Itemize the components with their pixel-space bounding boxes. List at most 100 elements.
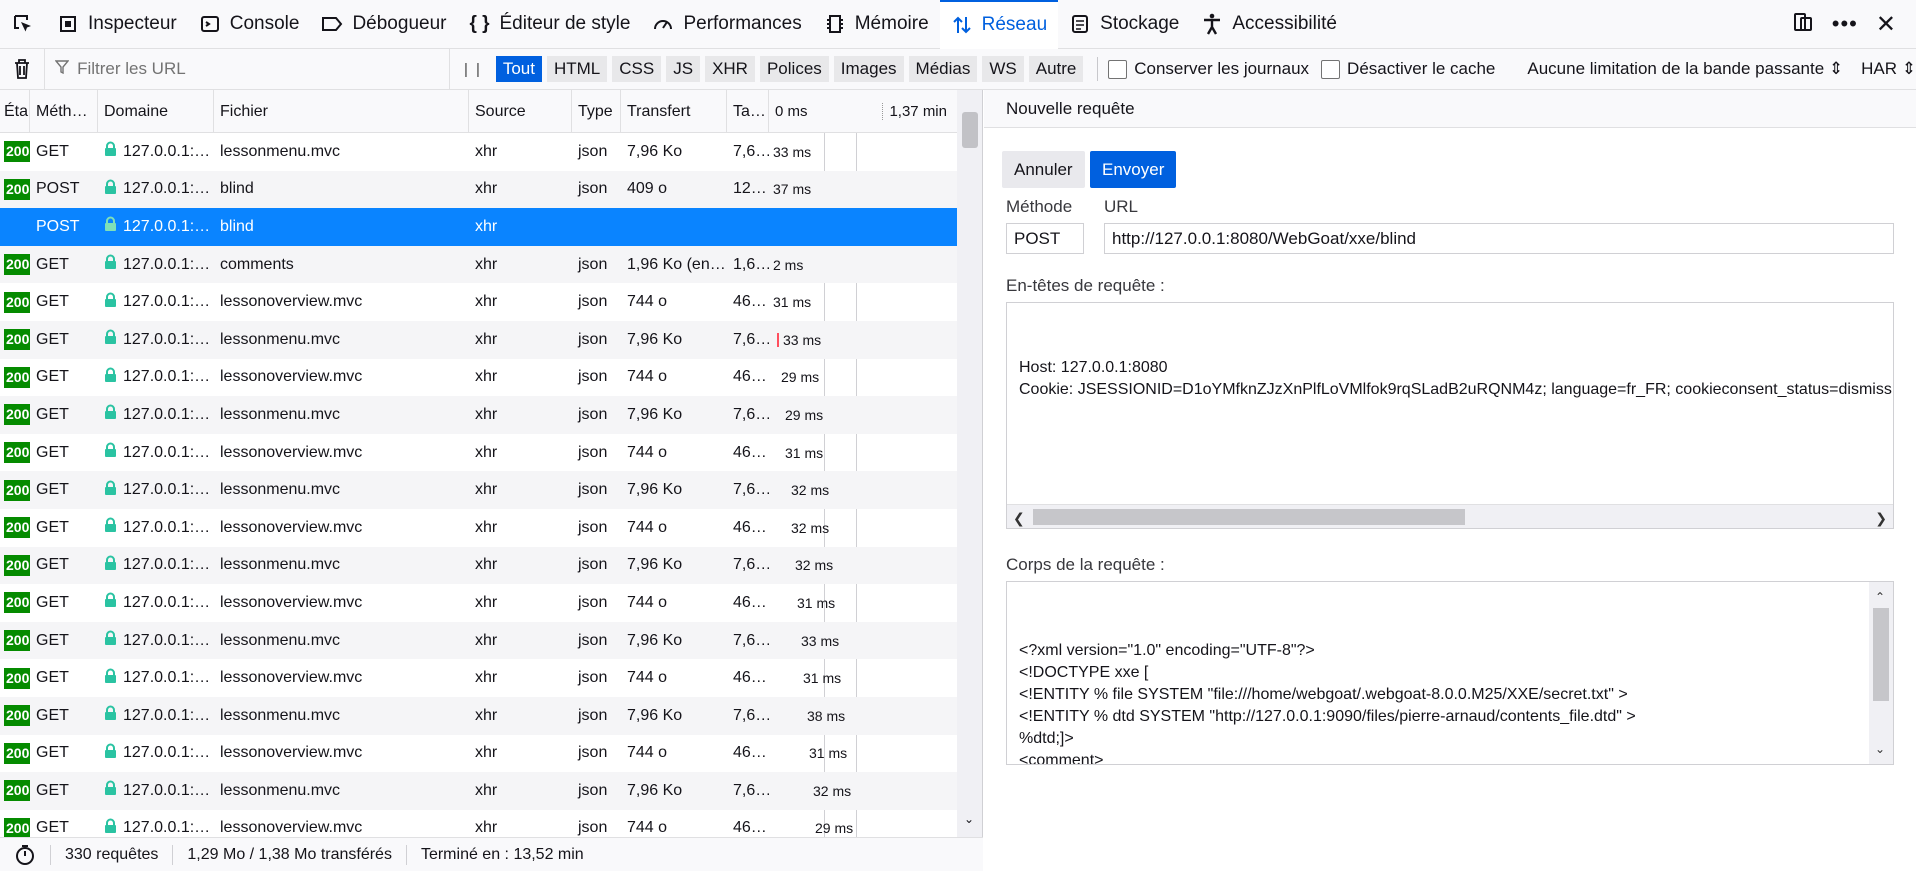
table-row[interactable]: 200 POST 127.0.0.1:… blind xhr json 409 o 12… 37…	[0, 170, 957, 209]
scroll-right-icon[interactable]: ❯	[1875, 507, 1887, 528]
element-picker-icon[interactable]	[0, 0, 46, 49]
tab-memory[interactable]: Mémoire	[813, 0, 940, 49]
disable-cache-checkbox[interactable]: Désactiver le cache	[1321, 59, 1495, 79]
console-icon	[199, 13, 221, 35]
table-row[interactable]: 200 GET 127.0.0.1:… lessonmenu.mvc xhr json 7,…	[0, 396, 957, 434]
request-list-scrollbar[interactable]: ⌄	[957, 90, 982, 837]
responsive-design-icon[interactable]	[1792, 11, 1814, 38]
domain-text: 127.0.0.1:…	[123, 405, 211, 423]
column-file[interactable]: Fichier	[214, 90, 469, 133]
status-badge: 200	[4, 254, 30, 276]
table-row[interactable]: 200 GET 127.0.0.1:… lessonmenu.mvc xhr json 7,…	[0, 320, 957, 359]
type-filter-js[interactable]: JS	[666, 56, 701, 82]
table-row[interactable]: 200 GET 127.0.0.1:… lessonoverview.mvc xhr js…	[0, 359, 957, 397]
tab-storage[interactable]: Stockage	[1058, 0, 1190, 49]
transfer-cell: 409 o	[621, 171, 727, 209]
column-size[interactable]: Ta…	[727, 90, 769, 133]
source-text: xhr	[475, 293, 498, 311]
scrollbar-thumb[interactable]	[1033, 509, 1465, 525]
scroll-left-icon[interactable]: ❮	[1013, 507, 1025, 528]
type-filter-css[interactable]: CSS	[612, 56, 662, 82]
body-textarea[interactable]: <?xml version="1.0" encoding="UTF-8"?> <…	[1006, 581, 1894, 765]
column-transfer[interactable]: Transfert	[621, 90, 727, 133]
cancel-button[interactable]: Annuler	[1002, 151, 1085, 188]
file-text: lessonmenu.mvc	[220, 481, 341, 499]
table-row[interactable]: 200 GET 127.0.0.1:… lessonoverview.mvc xhr js…	[0, 735, 957, 773]
scrollbar-thumb[interactable]	[962, 112, 978, 148]
table-row[interactable]: 200 GET 127.0.0.1:… lessonoverview.mvc xhr js…	[0, 584, 957, 622]
method-input[interactable]: POST	[1006, 223, 1084, 254]
type-filter-xhr[interactable]: XHR	[705, 56, 755, 82]
checkbox-box[interactable]	[1108, 59, 1128, 79]
column-waterfall[interactable]: 0 ms 1,37 min	[769, 90, 957, 133]
table-row[interactable]: 200 GET 127.0.0.1:… lessonoverview.mvc xhr js…	[0, 659, 957, 697]
source-text: xhr	[475, 781, 498, 799]
column-method[interactable]: Méth…	[30, 90, 98, 133]
type-filter-autre[interactable]: Autre	[1028, 56, 1084, 82]
scrollbar-thumb[interactable]	[1873, 608, 1889, 701]
pause-recording-button[interactable]: | |	[449, 48, 496, 90]
tab-debugger[interactable]: Débogueur	[310, 0, 457, 49]
type-filter-polices[interactable]: Polices	[759, 56, 829, 82]
column-source[interactable]: Source	[469, 90, 572, 133]
domain-cell: 127.0.0.1:…	[98, 584, 214, 622]
accessibility-icon	[1201, 13, 1223, 35]
table-row[interactable]: 200 GET 127.0.0.1:… lessonmenu.mvc xhr json 7,…	[0, 471, 957, 509]
scroll-down-icon[interactable]: ⌄	[964, 812, 974, 826]
headers-textarea[interactable]: Host: 127.0.0.1:8080 Cookie: JSESSIONID=…	[1006, 302, 1894, 529]
type-cell: json	[572, 434, 621, 472]
column-status[interactable]: Éta	[0, 90, 30, 133]
type-text: json	[578, 443, 608, 461]
headers-hscrollbar[interactable]: ❮ ❯	[1007, 504, 1893, 528]
table-row[interactable]: 200 GET 127.0.0.1:… lessonmenu.mvc xhr json 7,…	[0, 546, 957, 585]
method-text: GET	[36, 518, 69, 536]
url-filter-input[interactable]: Filtrer les URL	[45, 49, 449, 90]
type-filter-médias[interactable]: Médias	[908, 56, 978, 82]
type-filter-tout[interactable]: Tout	[495, 56, 542, 82]
source-cell: xhr	[469, 659, 572, 697]
tab-accessibility[interactable]: Accessibilité	[1190, 0, 1348, 49]
request-list-header: Éta Méth… Domaine Fichier Source Type Tr…	[0, 90, 957, 133]
performance-analysis-icon[interactable]	[0, 844, 51, 865]
throttling-select[interactable]: Aucune limitation de la bande passante ⇕	[1527, 59, 1843, 79]
tab-style-editor[interactable]: { } Éditeur de style	[457, 0, 641, 49]
har-menu-button[interactable]: HAR ⇕	[1861, 59, 1916, 79]
column-type[interactable]: Type	[572, 90, 621, 133]
persist-logs-checkbox[interactable]: Conserver les journaux	[1108, 59, 1309, 79]
method-text: GET	[36, 443, 69, 461]
table-row[interactable]: 200 GET 127.0.0.1:… lessonmenu.mvc xhr json 7,…	[0, 696, 957, 735]
column-domain[interactable]: Domaine	[98, 90, 214, 133]
url-input[interactable]: http://127.0.0.1:8080/WebGoat/xxe/blind	[1104, 223, 1894, 254]
type-filter-images[interactable]: Images	[833, 56, 904, 82]
tab-performance[interactable]: Performances	[641, 0, 812, 49]
scroll-down-icon[interactable]: ⌄	[1875, 738, 1885, 760]
table-row[interactable]: 200 GET 127.0.0.1:… lessonoverview.mvc xhr js…	[0, 283, 957, 321]
table-row[interactable]: POST 127.0.0.1:… blind xhr	[0, 208, 957, 246]
table-row[interactable]: 200 GET 127.0.0.1:… comments xhr json 1,96 Ko …	[0, 245, 957, 284]
type-filter-ws[interactable]: WS	[982, 56, 1024, 82]
table-row[interactable]: 200 GET 127.0.0.1:… lessonoverview.mvc xhr js…	[0, 810, 957, 837]
table-row[interactable]: 200 GET 127.0.0.1:… lessonmenu.mvc xhr json 7,…	[0, 133, 957, 171]
method-cell: POST	[30, 208, 98, 246]
file-text: lessonoverview.mvc	[220, 368, 363, 386]
method-cell: GET	[30, 622, 98, 660]
table-row[interactable]: 200 GET 127.0.0.1:… lessonmenu.mvc xhr json 7,…	[0, 772, 957, 810]
table-row[interactable]: 200 GET 127.0.0.1:… lessonoverview.mvc xhr js…	[0, 434, 957, 472]
domain-cell: 127.0.0.1:…	[98, 509, 214, 547]
more-options-icon[interactable]: •••	[1832, 11, 1858, 37]
table-row[interactable]: 200 GET 127.0.0.1:… lessonmenu.mvc xhr json 7,…	[0, 621, 957, 660]
tab-inspector[interactable]: Inspecteur	[46, 0, 188, 49]
size-text: 46…	[733, 744, 767, 762]
close-icon[interactable]: ✕	[1876, 10, 1896, 39]
body-vscrollbar[interactable]: ⌃ ⌄	[1869, 582, 1893, 764]
send-button[interactable]: Envoyer	[1090, 151, 1177, 188]
table-row[interactable]: 200 GET 127.0.0.1:… lessonoverview.mvc xhr js…	[0, 509, 957, 547]
tab-console[interactable]: Console	[188, 0, 311, 49]
type-filter-html[interactable]: HTML	[546, 56, 608, 82]
size-text: 7,6…	[733, 706, 769, 724]
checkbox-box[interactable]	[1321, 59, 1341, 79]
clear-requests-icon[interactable]	[0, 48, 46, 90]
scroll-up-icon[interactable]: ⌃	[1875, 586, 1885, 608]
method-cell: GET	[30, 321, 98, 359]
tab-network[interactable]: Réseau	[939, 0, 1059, 50]
